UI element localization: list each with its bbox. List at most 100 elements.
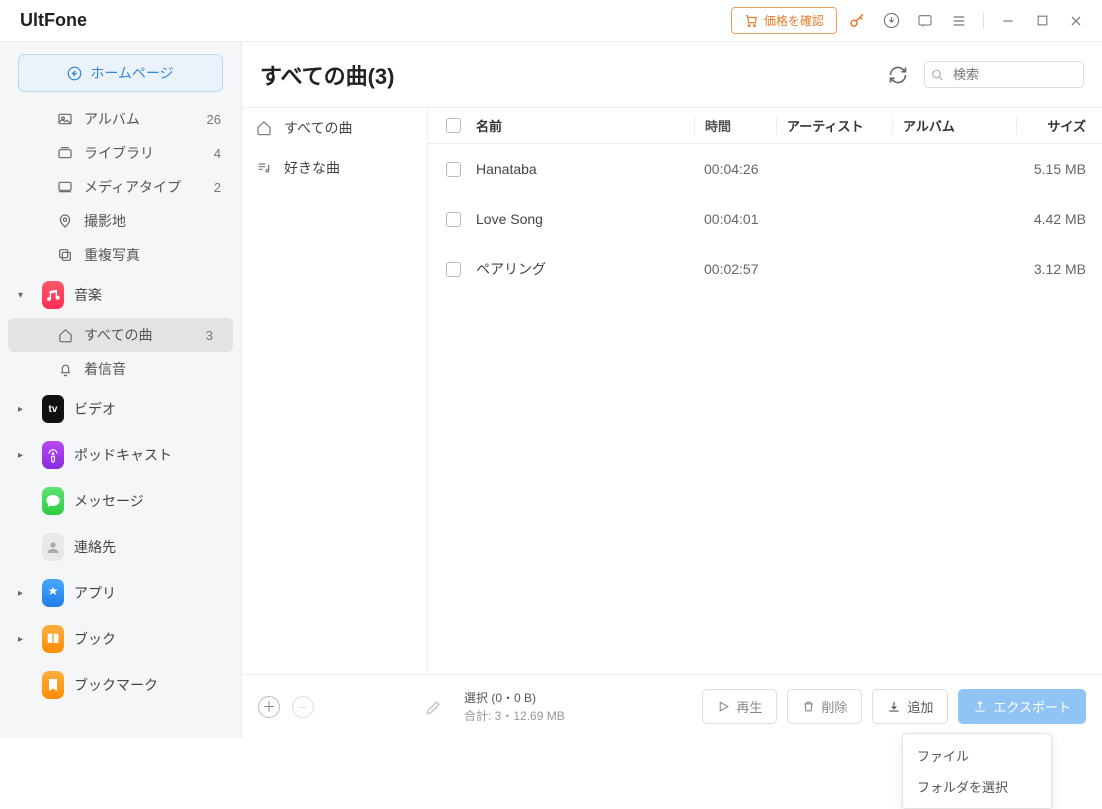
sidebar-item-albums[interactable]: アルバム 26 — [0, 102, 241, 136]
cart-icon — [744, 14, 758, 28]
minimize-button[interactable] — [994, 7, 1022, 35]
play-button[interactable]: 再生 — [702, 689, 777, 724]
sidebar-item-label: ライブラリ — [84, 143, 154, 163]
sidebar-item-mediatype[interactable]: メディアタイプ 2 — [0, 170, 241, 204]
podcast-app-icon — [42, 441, 64, 469]
count: 4 — [214, 146, 227, 161]
cell-time: 00:02:57 — [694, 261, 776, 277]
sidebar-item-location[interactable]: 撮影地 — [0, 204, 241, 238]
sidebar-item-all-songs[interactable]: すべての曲 3 — [8, 318, 233, 352]
button-label: 追加 — [907, 697, 933, 716]
edit-icon[interactable] — [424, 697, 444, 717]
messages-app-icon — [42, 487, 64, 515]
tv-app-icon: tv — [42, 395, 64, 423]
cell-time: 00:04:01 — [694, 211, 776, 227]
selection-text: 選択 (0・0 B) — [464, 689, 565, 707]
search-input[interactable] — [924, 61, 1084, 88]
refresh-button[interactable] — [886, 63, 910, 87]
library-icon — [56, 144, 74, 162]
category-column: すべての曲 好きな曲 — [242, 108, 428, 674]
mid-item-favorites[interactable]: 好きな曲 — [242, 148, 427, 188]
sidebar-cat-books[interactable]: ▸ ブック — [0, 616, 241, 662]
col-size[interactable]: サイズ — [1016, 116, 1090, 135]
row-checkbox[interactable] — [446, 212, 461, 227]
add-circle-button[interactable]: ＋ — [258, 696, 280, 718]
sidebar-item-label: ポッドキャスト — [74, 445, 172, 465]
close-button[interactable] — [1062, 7, 1090, 35]
sidebar-item-label: ブック — [74, 629, 116, 649]
sidebar-cat-video[interactable]: ▸ tv ビデオ — [0, 386, 241, 432]
sidebar-item-label: 着信音 — [84, 359, 126, 379]
add-popup: ファイル フォルダを選択 — [902, 733, 1052, 809]
cell-size: 3.12 MB — [1016, 261, 1090, 277]
cell-name: Hanataba — [470, 161, 694, 177]
brand-name: UltFone — [20, 10, 240, 31]
col-album[interactable]: アルバム — [892, 116, 1016, 135]
sidebar-cat-podcast[interactable]: ▸ ポッドキャスト — [0, 432, 241, 478]
feedback-icon[interactable] — [911, 7, 939, 35]
button-label: 再生 — [736, 697, 762, 716]
popup-item-folder[interactable]: フォルダを選択 — [903, 771, 1051, 802]
chevron-right-icon: ▸ — [18, 450, 28, 461]
sidebar-item-ringtones[interactable]: 着信音 — [0, 352, 241, 386]
search-field — [924, 61, 1084, 88]
row-checkbox[interactable] — [446, 262, 461, 277]
sidebar-item-library[interactable]: ライブラリ 4 — [0, 136, 241, 170]
homepage-button[interactable]: ホームページ — [18, 54, 223, 92]
sidebar-cat-apps[interactable]: ▸ アプリ — [0, 570, 241, 616]
popup-item-file[interactable]: ファイル — [903, 740, 1051, 771]
price-check-button[interactable]: 価格を確認 — [731, 7, 837, 34]
key-icon[interactable] — [843, 7, 871, 35]
mid-item-label: 好きな曲 — [284, 158, 340, 178]
table-header: 名前 時間 アーティスト アルバム サイズ — [428, 108, 1102, 144]
sidebar-cat-messages[interactable]: メッセージ — [0, 478, 241, 524]
sidebar-cat-bookmarks[interactable]: ブックマーク — [0, 662, 241, 708]
play-icon — [717, 700, 730, 713]
table-row[interactable]: Hanataba00:04:26 5.15 MB — [428, 144, 1102, 194]
selection-summary: 選択 (0・0 B) 合計: 3・12.69 MB — [454, 689, 565, 725]
col-artist[interactable]: アーティスト — [776, 116, 892, 135]
remove-circle-button[interactable]: − — [292, 696, 314, 718]
row-checkbox[interactable] — [446, 162, 461, 177]
chevron-right-icon: ▸ — [18, 404, 28, 415]
import-icon — [887, 700, 901, 714]
count: 3 — [206, 328, 219, 343]
col-name[interactable]: 名前 — [470, 116, 694, 135]
duplicates-icon — [56, 246, 74, 264]
sidebar-item-label: ビデオ — [74, 399, 116, 419]
export-icon — [973, 700, 987, 714]
delete-button[interactable]: 削除 — [787, 689, 862, 724]
menu-icon[interactable] — [945, 7, 973, 35]
sidebar-cat-contacts[interactable]: 連絡先 — [0, 524, 241, 570]
bell-icon — [56, 360, 74, 378]
chevron-down-icon: ▾ — [18, 290, 28, 301]
add-button[interactable]: 追加 — [872, 689, 948, 724]
cell-name: ペアリング — [470, 259, 694, 279]
sidebar-cat-music[interactable]: ▾ 音楽 — [0, 272, 241, 318]
col-time[interactable]: 時間 — [694, 116, 776, 135]
select-all-checkbox[interactable] — [446, 118, 461, 133]
table-row[interactable]: ペアリング00:02:57 3.12 MB — [428, 244, 1102, 294]
download-icon[interactable] — [877, 7, 905, 35]
music-app-icon — [42, 281, 64, 309]
cell-time: 00:04:26 — [694, 161, 776, 177]
button-label: エクスポート — [993, 697, 1071, 716]
music-list-icon — [256, 160, 274, 176]
mid-item-label: すべての曲 — [284, 118, 352, 138]
mid-item-all-songs[interactable]: すべての曲 — [242, 108, 427, 148]
cell-size: 5.15 MB — [1016, 161, 1090, 177]
homepage-label: ホームページ — [90, 63, 173, 83]
sidebar-item-duplicates[interactable]: 重複写真 — [0, 238, 241, 272]
table-row[interactable]: Love Song00:04:014.42 MB — [428, 194, 1102, 244]
maximize-button[interactable] — [1028, 7, 1056, 35]
search-icon — [931, 68, 944, 81]
sidebar-item-label: メディアタイプ — [84, 177, 181, 197]
location-icon — [56, 212, 74, 230]
price-label: 価格を確認 — [764, 12, 824, 29]
books-app-icon — [42, 625, 64, 653]
mediatype-icon — [56, 178, 74, 196]
export-button[interactable]: エクスポート — [958, 689, 1086, 724]
button-label: 削除 — [821, 697, 847, 716]
songs-table: 名前 時間 アーティスト アルバム サイズ Hanataba00:04:26 5.… — [428, 108, 1102, 674]
sidebar-item-label: 重複写真 — [84, 245, 140, 265]
